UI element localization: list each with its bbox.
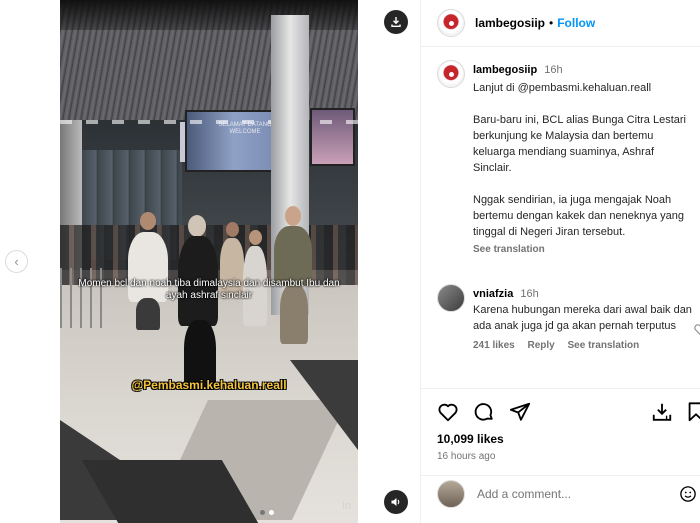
- comment-see-translation[interactable]: See translation: [568, 340, 640, 351]
- caption-avatar[interactable]: [437, 60, 465, 88]
- caption-line: Baru-baru ini, BCL alias Bunga Citra Les…: [473, 114, 690, 174]
- separator-dot: •: [549, 16, 554, 30]
- comment-username[interactable]: vniafzia: [473, 288, 513, 300]
- video-player[interactable]: SELAMAT DATANG WELCOME Momen bcl dan noa…: [60, 0, 358, 523]
- comment-time: 16h: [520, 288, 539, 300]
- corner-watermark: In: [342, 500, 352, 512]
- share-button[interactable]: [509, 401, 531, 423]
- video-margin: [358, 0, 420, 523]
- previous-slide-button[interactable]: ‹: [5, 250, 28, 273]
- caption-username[interactable]: lambegosiip: [473, 64, 537, 76]
- reply-button[interactable]: Reply: [528, 340, 555, 351]
- slide-dot: [260, 510, 265, 515]
- bookmark-button[interactable]: [685, 401, 700, 423]
- slide-dot-active: [269, 510, 274, 515]
- heart-icon: [438, 403, 458, 422]
- post-timestamp: 16 hours ago: [437, 451, 496, 462]
- post-side-panel: lambegosiip • Follow lambegosiip 16h Lan…: [420, 0, 700, 523]
- post-caption: lambegosiip 16h Lanjut di @pembasmi.keha…: [437, 60, 697, 280]
- instagram-post-modal: ‹ SELAMAT DATANG WELCOME Momen bcl dan n…: [0, 0, 700, 523]
- see-translation-link[interactable]: See translation: [473, 242, 693, 258]
- comment-likes[interactable]: 241 likes: [473, 340, 515, 351]
- author-avatar[interactable]: [437, 9, 465, 37]
- commenter-avatar[interactable]: [437, 284, 465, 312]
- comment-heart-icon[interactable]: [693, 322, 700, 336]
- chevron-left-icon: ‹: [14, 254, 19, 269]
- comment-body: vniafzia 16h Karena hubungan mereka dari…: [473, 286, 693, 354]
- volume-button[interactable]: [384, 490, 408, 514]
- like-button[interactable]: [437, 401, 459, 423]
- likes-count[interactable]: 10,099 likes: [437, 432, 504, 446]
- caption-line: Lanjut di @pembasmi.kehaluan.reall: [473, 82, 652, 94]
- volume-icon: [391, 498, 400, 506]
- add-comment-row: [421, 475, 700, 512]
- video-frame: SELAMAT DATANG WELCOME: [60, 0, 358, 523]
- comments-list[interactable]: lambegosiip 16h Lanjut di @pembasmi.keha…: [421, 48, 700, 388]
- video-caption: Momen bcl dan noah tiba dimalaysia dan d…: [78, 278, 340, 301]
- emoji-icon[interactable]: [679, 485, 697, 503]
- download-icon: [391, 17, 401, 27]
- comment-meta: 241 likes Reply See translation: [473, 338, 693, 354]
- comment-item: vniafzia 16h Karena hubungan mereka dari…: [437, 284, 700, 384]
- post-actions: 10,099 likes 16 hours ago: [421, 388, 700, 508]
- bookmark-icon: [688, 402, 700, 422]
- comment-text: Karena hubungan mereka dari awal baik da…: [473, 304, 692, 332]
- current-user-avatar: [437, 480, 465, 508]
- caption-line: Nggak sendirian, ia juga mengajak Noah b…: [473, 194, 688, 238]
- follow-button[interactable]: Follow: [557, 16, 595, 30]
- post-header: lambegosiip • Follow: [421, 0, 700, 47]
- caption-body: lambegosiip 16h Lanjut di @pembasmi.keha…: [473, 62, 693, 258]
- slide-indicator: [260, 510, 274, 515]
- caption-time: 16h: [544, 64, 563, 76]
- comment-icon: [474, 403, 493, 421]
- caption-text: Lanjut di @pembasmi.kehaluan.reall Baru-…: [473, 80, 693, 240]
- author-username[interactable]: lambegosiip: [475, 16, 545, 30]
- comment-button[interactable]: [473, 401, 495, 423]
- video-watermark: @Pembasmi.kehaluan.reall: [131, 378, 287, 392]
- welcome-board-text: SELAMAT DATANG WELCOME: [218, 122, 272, 135]
- add-comment-input[interactable]: [477, 487, 647, 501]
- action-icons: [437, 401, 531, 423]
- save-icon: [652, 403, 672, 421]
- download-button[interactable]: [384, 10, 408, 34]
- share-icon: [509, 402, 531, 421]
- save-download-button[interactable]: [651, 401, 673, 423]
- left-gutter: ‹: [0, 0, 60, 523]
